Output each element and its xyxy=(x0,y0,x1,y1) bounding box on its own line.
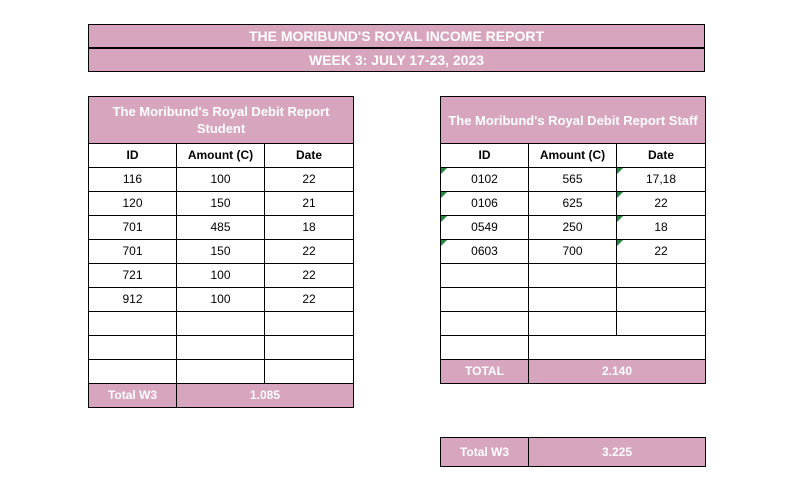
cell-id[interactable] xyxy=(440,263,529,288)
cell-amount[interactable]: 100 xyxy=(176,167,265,192)
cell-date[interactable]: 22 xyxy=(263,239,355,264)
cell-amount[interactable] xyxy=(176,359,265,384)
cell-date[interactable] xyxy=(615,311,707,336)
cell-id[interactable] xyxy=(88,311,177,336)
cell-amount[interactable]: 565 xyxy=(528,167,617,192)
cell-date[interactable] xyxy=(263,359,355,384)
table-row: 701 485 18 xyxy=(88,215,355,240)
cell-id[interactable]: 912 xyxy=(88,287,177,312)
table-row xyxy=(88,311,355,336)
cell-date[interactable]: 22 xyxy=(615,191,707,216)
table-row: 0102 565 17,18 xyxy=(440,167,707,192)
total-label[interactable]: TOTAL xyxy=(440,359,529,384)
table-row: 120 150 21 xyxy=(88,191,355,216)
cell-id[interactable]: 116 xyxy=(88,167,177,192)
cell-id[interactable]: 0106 xyxy=(440,191,529,216)
table-row: 0549 250 18 xyxy=(440,215,707,240)
column-header-id[interactable]: ID xyxy=(88,143,177,168)
student-debit-table: The Moribund's Royal Debit Report Studen… xyxy=(87,96,355,408)
cell-id[interactable] xyxy=(440,287,529,312)
cell-id[interactable]: 721 xyxy=(88,263,177,288)
cell-date[interactable] xyxy=(263,335,355,360)
cell-id[interactable] xyxy=(440,335,529,360)
report-week: WEEK 3: JULY 17-23, 2023 xyxy=(88,48,705,72)
table-row: 0603 700 22 xyxy=(440,239,707,264)
column-header-date[interactable]: Date xyxy=(263,143,355,168)
table-row xyxy=(88,359,355,384)
column-header-id[interactable]: ID xyxy=(440,143,529,168)
table-row: 116 100 22 xyxy=(88,167,355,192)
cell-amount[interactable]: 100 xyxy=(176,263,265,288)
table-row xyxy=(440,335,707,360)
cell-id[interactable]: 701 xyxy=(88,239,177,264)
grand-total-row: Total W3 3.225 xyxy=(440,437,706,467)
cell-date[interactable]: 22 xyxy=(263,287,355,312)
column-header-amount[interactable]: Amount (C) xyxy=(176,143,265,168)
table-row: 912 100 22 xyxy=(88,287,355,312)
cell-id[interactable] xyxy=(88,335,177,360)
cell-id[interactable]: 701 xyxy=(88,215,177,240)
cell-date[interactable] xyxy=(615,287,707,312)
cell-id[interactable] xyxy=(440,311,529,336)
cell-id[interactable]: 0603 xyxy=(440,239,529,264)
table-row xyxy=(88,335,355,360)
grand-total-label[interactable]: Total W3 xyxy=(440,437,529,467)
table-row xyxy=(440,311,707,336)
cell-id[interactable]: 120 xyxy=(88,191,177,216)
table-row xyxy=(440,263,707,288)
cell-amount[interactable]: 150 xyxy=(176,191,265,216)
student-table-title: The Moribund's Royal Debit Report Studen… xyxy=(87,96,355,144)
total-row: Total W3 1.085 xyxy=(88,383,355,408)
cell-amount[interactable] xyxy=(528,263,617,288)
cell-date[interactable] xyxy=(615,263,707,288)
staff-table-title: The Moribund's Royal Debit Report Staff xyxy=(439,96,707,144)
cell-id[interactable]: 0549 xyxy=(440,215,529,240)
cell-amount[interactable] xyxy=(176,311,265,336)
grand-total-table: Total W3 3.225 xyxy=(440,437,706,467)
column-header-amount[interactable]: Amount (C) xyxy=(528,143,617,168)
table-row: 0106 625 22 xyxy=(440,191,707,216)
total-value[interactable]: 2.140 xyxy=(527,359,707,384)
cell-date[interactable]: 22 xyxy=(615,239,707,264)
cell-date[interactable]: 21 xyxy=(263,191,355,216)
cell-amount[interactable]: 250 xyxy=(528,215,617,240)
total-value[interactable]: 1.085 xyxy=(175,383,355,408)
cell-amount[interactable]: 100 xyxy=(176,287,265,312)
staff-debit-table: The Moribund's Royal Debit Report Staff … xyxy=(439,96,707,384)
cell-amount[interactable]: 625 xyxy=(528,191,617,216)
total-row: TOTAL 2.140 xyxy=(440,359,707,384)
cell-date[interactable]: 18 xyxy=(615,215,707,240)
cell-amount[interactable] xyxy=(528,287,617,312)
cell-date[interactable]: 22 xyxy=(263,263,355,288)
cell-merged[interactable] xyxy=(527,335,707,360)
cell-amount[interactable]: 485 xyxy=(176,215,265,240)
table-row: 701 150 22 xyxy=(88,239,355,264)
report-title: THE MORIBUND'S ROYAL INCOME REPORT xyxy=(88,24,705,48)
cell-id[interactable]: 0102 xyxy=(440,167,529,192)
grand-total-value[interactable]: 3.225 xyxy=(528,437,706,467)
table-row xyxy=(440,287,707,312)
cell-date[interactable] xyxy=(263,311,355,336)
cell-date[interactable]: 22 xyxy=(263,167,355,192)
cell-amount[interactable] xyxy=(528,311,617,336)
cell-date[interactable]: 17,18 xyxy=(615,167,707,192)
cell-amount[interactable]: 700 xyxy=(528,239,617,264)
cell-amount[interactable] xyxy=(176,335,265,360)
cell-amount[interactable]: 150 xyxy=(176,239,265,264)
total-label[interactable]: Total W3 xyxy=(88,383,177,408)
column-header-date[interactable]: Date xyxy=(615,143,707,168)
cell-id[interactable] xyxy=(88,359,177,384)
table-row: 721 100 22 xyxy=(88,263,355,288)
cell-date[interactable]: 18 xyxy=(263,215,355,240)
